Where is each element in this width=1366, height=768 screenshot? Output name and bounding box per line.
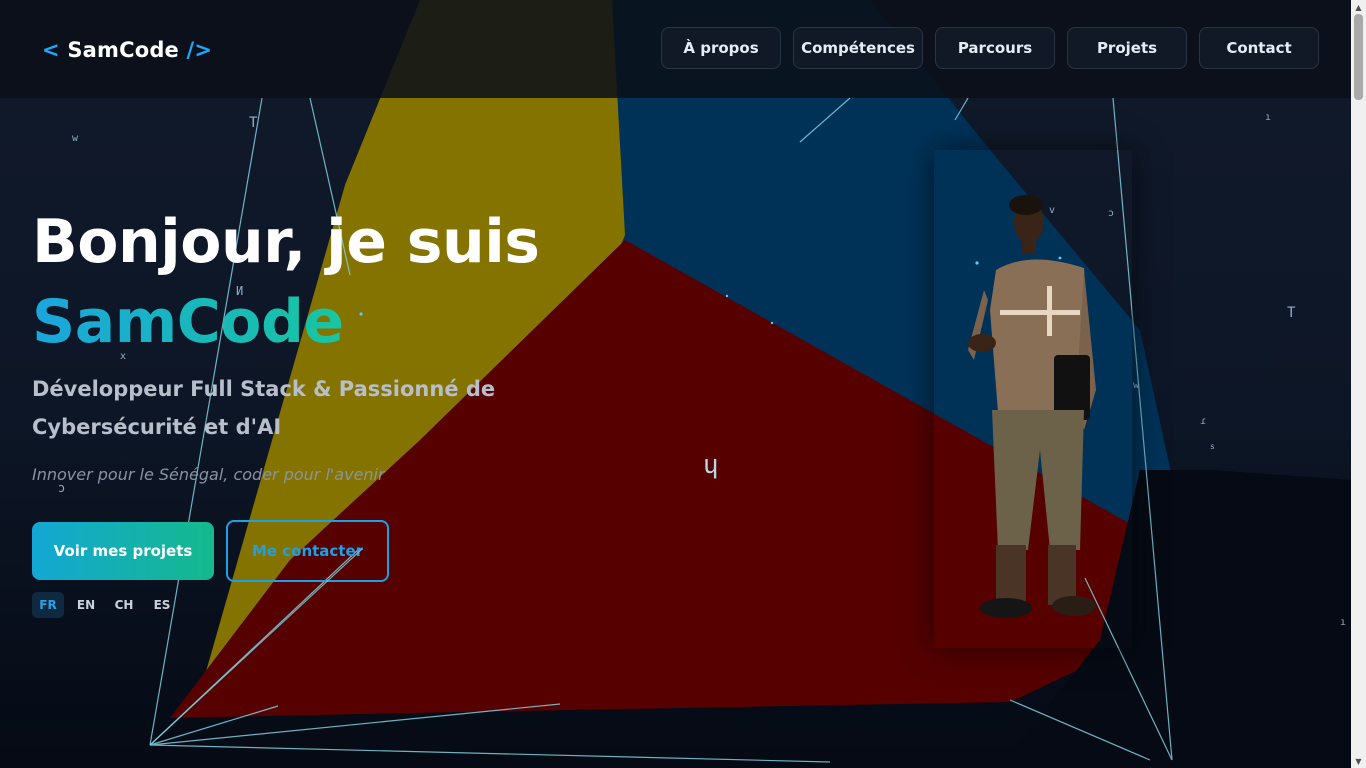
language-switcher: FR EN CH ES bbox=[32, 592, 178, 618]
floating-glyph: ɾ bbox=[1200, 416, 1207, 427]
floating-glyph: ɥ bbox=[703, 450, 719, 480]
floating-glyph: ı bbox=[1340, 617, 1347, 628]
nav-item-about[interactable]: À propos bbox=[661, 27, 781, 69]
scroll-thumb[interactable] bbox=[1354, 14, 1363, 100]
site-logo[interactable]: < SamCode /> bbox=[42, 38, 212, 62]
hero-subtitle: Développeur Full Stack & Passionné de Cy… bbox=[32, 377, 496, 439]
hero-tagline: Innover pour le Sénégal, coder pour l'av… bbox=[32, 465, 385, 484]
view-projects-button[interactable]: Voir mes projets bbox=[32, 522, 214, 580]
hero-title: Bonjour, je suis SamCode bbox=[32, 202, 540, 362]
floating-glyph: s bbox=[1210, 442, 1215, 451]
lang-option-ch[interactable]: CH bbox=[108, 592, 140, 618]
logo-open-bracket: < bbox=[42, 38, 68, 62]
floating-glyph: T bbox=[1287, 305, 1296, 321]
nav-item-contact[interactable]: Contact bbox=[1199, 27, 1319, 69]
page-viewport: w T И x ɔ ɥ T v ɔ ı w ɾ s ı < SamCode bbox=[0, 0, 1351, 768]
nav-item-projects[interactable]: Projets bbox=[1067, 27, 1187, 69]
page-scrollbar[interactable]: ▲ ▼ bbox=[1351, 0, 1366, 768]
floating-glyph: ı bbox=[1265, 112, 1272, 123]
profile-portrait bbox=[934, 150, 1132, 648]
floating-glyph: w bbox=[72, 133, 79, 144]
lang-option-fr[interactable]: FR bbox=[32, 592, 64, 618]
hero-title-name: SamCode bbox=[32, 287, 344, 357]
scroll-up-arrow-icon[interactable]: ▲ bbox=[1351, 0, 1366, 14]
hero-title-greeting: Bonjour, je suis bbox=[32, 207, 540, 277]
lang-option-es[interactable]: ES bbox=[146, 592, 178, 618]
logo-close-bracket: /> bbox=[179, 38, 213, 62]
scroll-down-arrow-icon[interactable]: ▼ bbox=[1351, 754, 1366, 768]
nav-item-skills[interactable]: Compétences bbox=[793, 27, 923, 69]
lang-option-en[interactable]: EN bbox=[70, 592, 102, 618]
logo-name: SamCode bbox=[67, 38, 180, 62]
person-image bbox=[968, 195, 1096, 618]
site-header: < SamCode /> À propos Compétences Parcou… bbox=[0, 0, 1351, 98]
main-nav: À propos Compétences Parcours Projets Co… bbox=[661, 27, 1319, 69]
nav-item-journey[interactable]: Parcours bbox=[935, 27, 1055, 69]
floating-glyph: T bbox=[249, 115, 258, 131]
floating-glyph: w bbox=[1133, 380, 1140, 391]
contact-me-button[interactable]: Me contacter bbox=[226, 520, 389, 582]
